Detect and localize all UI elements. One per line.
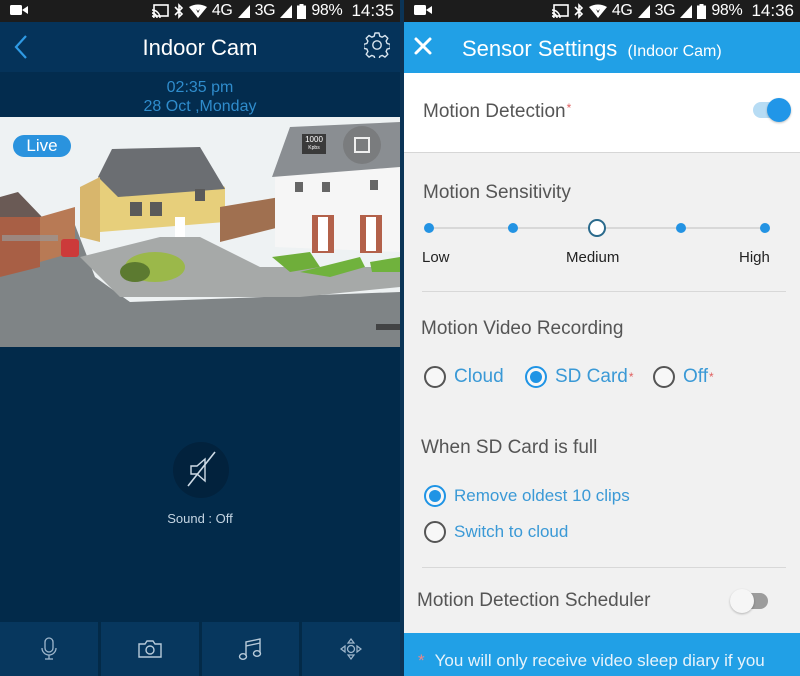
pan-tilt-button[interactable]	[302, 622, 400, 676]
fullscreen-button[interactable]	[343, 126, 381, 164]
network-type-2: 3G	[254, 2, 276, 19]
asterisk-mark: *	[709, 370, 714, 384]
recording-option-sd-card[interactable]: SD Card *	[525, 366, 634, 388]
live-badge: Live	[13, 135, 71, 157]
close-icon[interactable]	[412, 35, 434, 57]
sensor-settings-screen: 4G 3G 98% 14:36 Sensor Settings (Indoor …	[404, 0, 800, 676]
sound-status-label: Sound : Off	[167, 511, 233, 526]
radio-button-checked[interactable]	[424, 485, 446, 507]
asterisk-mark: *	[566, 101, 572, 115]
video-camera-icon	[10, 4, 28, 16]
sensitivity-tick-low: Low	[422, 249, 450, 266]
motion-detection-row: Motion Detection*	[404, 73, 800, 153]
motion-sensitivity-slider[interactable]	[424, 218, 770, 238]
camera-toolbar	[0, 622, 400, 676]
snapshot-button[interactable]	[100, 622, 199, 676]
bluetooth-icon	[174, 3, 184, 19]
scheduler-toggle[interactable]	[730, 589, 768, 613]
sd-full-option-remove-oldest[interactable]: Remove oldest 10 clips	[424, 485, 630, 507]
radio-label: SD Card	[555, 366, 628, 387]
status-bar: 4G 3G 98% 14:35	[0, 0, 400, 22]
recording-datetime: 02:35 pm 28 Oct ,Monday	[0, 72, 400, 118]
motion-detection-text: Motion Detection	[423, 101, 566, 122]
page-subtitle: (Indoor Cam)	[627, 43, 722, 60]
signal-icon	[280, 4, 293, 18]
cast-icon	[151, 4, 169, 18]
camera-icon	[137, 640, 162, 658]
radio-label: Cloud	[454, 366, 504, 387]
slider-stop[interactable]	[424, 223, 434, 233]
recording-option-off[interactable]: Off *	[653, 366, 714, 388]
microphone-button[interactable]	[0, 622, 98, 676]
motion-video-recording-label: Motion Video Recording	[421, 318, 624, 339]
lullaby-button[interactable]	[201, 622, 300, 676]
radio-button[interactable]	[424, 366, 446, 388]
page-title: Sensor Settings (Indoor Cam)	[462, 36, 722, 62]
scheduler-label: Motion Detection Scheduler	[417, 590, 651, 611]
video-timestamp-overlay	[2, 235, 58, 241]
bitrate-indicator: 1000 Kpbs	[302, 134, 326, 154]
page-title-text: Sensor Settings	[462, 36, 618, 61]
bitrate-value: 1000	[305, 135, 323, 144]
radio-label: Remove oldest 10 clips	[454, 486, 630, 505]
network-type-2: 3G	[654, 2, 676, 19]
speaker-muted-icon	[187, 451, 216, 487]
slider-thumb[interactable]	[588, 219, 606, 237]
camera-live-screen: 4G 3G 98% 14:35 Indoor Cam 02:35 pm 28 O…	[0, 0, 400, 676]
wifi-icon	[188, 4, 207, 18]
recording-date: 28 Oct ,Monday	[143, 98, 257, 115]
page-title: Indoor Cam	[142, 35, 258, 60]
radio-button[interactable]	[424, 521, 446, 543]
sensitivity-tick-high: High	[739, 249, 770, 266]
signal-icon	[237, 4, 250, 18]
sensitivity-tick-medium: Medium	[566, 249, 620, 266]
slider-stop[interactable]	[760, 223, 770, 233]
radio-label: Switch to cloud	[454, 522, 569, 541]
radio-button-checked[interactable]	[525, 366, 547, 388]
sound-toggle-button[interactable]	[173, 442, 229, 498]
music-note-icon	[239, 638, 262, 661]
section-divider	[422, 291, 786, 292]
signal-icon	[680, 4, 693, 18]
recording-option-cloud[interactable]: Cloud	[424, 366, 504, 388]
recording-time: 02:35 pm	[166, 79, 234, 96]
video-camera-icon	[414, 4, 432, 16]
settings-header: Sensor Settings (Indoor Cam)	[404, 22, 800, 73]
signal-icon	[637, 4, 650, 18]
asterisk-mark: *	[418, 651, 425, 670]
radio-label: Off	[683, 366, 708, 387]
section-divider	[422, 567, 786, 568]
motion-sensitivity-label: Motion Sensitivity	[423, 182, 571, 203]
footer-note-text: You will only receive video sleep diary …	[434, 651, 765, 670]
bitrate-unit: Kpbs	[308, 145, 320, 151]
battery-percent: 98%	[311, 2, 343, 19]
slider-stop[interactable]	[676, 223, 686, 233]
clock: 14:36	[751, 1, 794, 20]
battery-percent: 98%	[711, 2, 743, 19]
status-bar: 4G 3G 98% 14:36	[404, 0, 800, 22]
bluetooth-icon	[574, 3, 584, 19]
fullscreen-icon	[354, 137, 370, 153]
asterisk-mark: *	[628, 370, 634, 384]
wifi-icon	[588, 4, 607, 18]
clock: 14:35	[351, 1, 394, 20]
camera-header: Indoor Cam	[0, 22, 400, 72]
directional-pad-icon	[340, 638, 363, 660]
motion-detection-toggle[interactable]	[753, 98, 791, 122]
gear-icon[interactable]	[363, 32, 391, 61]
network-type-1: 4G	[211, 2, 233, 19]
network-type-1: 4G	[611, 2, 633, 19]
battery-icon	[297, 3, 307, 19]
camera-label-overlay	[376, 324, 400, 330]
sd-full-option-switch-cloud[interactable]: Switch to cloud	[424, 521, 568, 543]
radio-button[interactable]	[653, 366, 675, 388]
slider-stop[interactable]	[508, 223, 518, 233]
footer-note: * You will only receive video sleep diary…	[404, 633, 800, 676]
battery-icon	[697, 3, 707, 19]
motion-detection-label: Motion Detection*	[423, 101, 571, 123]
sd-card-full-label: When SD Card is full	[421, 437, 598, 458]
microphone-icon	[41, 637, 57, 660]
cast-icon	[551, 4, 569, 18]
